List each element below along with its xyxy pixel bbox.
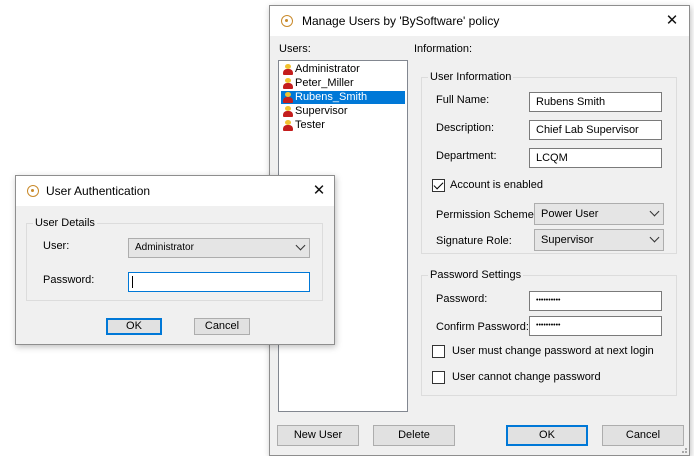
user-icon bbox=[283, 64, 293, 75]
resize-grip-icon[interactable] bbox=[677, 443, 687, 453]
user-name: Tester bbox=[295, 119, 325, 131]
auth-user-value: Administrator bbox=[135, 242, 194, 253]
user-details-group-title: User Details bbox=[33, 217, 97, 229]
user-icon bbox=[283, 92, 293, 103]
full-name-field[interactable]: Rubens Smith bbox=[529, 92, 662, 112]
chevron-down-icon bbox=[295, 240, 306, 251]
auth-user-label: User: bbox=[43, 240, 70, 252]
password-label: Password: bbox=[436, 293, 488, 305]
user-icon bbox=[283, 120, 293, 131]
department-label: Department: bbox=[436, 150, 497, 162]
auth-password-field[interactable] bbox=[128, 272, 310, 292]
delete-button[interactable]: Delete bbox=[373, 425, 455, 446]
new-user-button[interactable]: New User bbox=[277, 425, 359, 446]
confirm-password-field[interactable]: •••••••••• bbox=[529, 316, 662, 336]
cannot-change-password-checkbox[interactable] bbox=[432, 371, 445, 384]
user-authentication-title: User Authentication bbox=[46, 184, 151, 198]
list-item-user[interactable]: Peter_Miller bbox=[281, 77, 354, 90]
cannot-change-password-label: User cannot change password bbox=[452, 371, 601, 383]
confirm-password-label: Confirm Password: bbox=[436, 321, 529, 333]
user-name: Peter_Miller bbox=[295, 77, 354, 89]
list-item-user[interactable]: Supervisor bbox=[281, 105, 348, 118]
list-item-user-selected[interactable]: Rubens_Smith bbox=[281, 91, 405, 104]
auth-cancel-button[interactable]: Cancel bbox=[194, 318, 250, 335]
user-authentication-dialog: User Authentication ✕ User Details User:… bbox=[15, 175, 335, 345]
chevron-down-icon bbox=[649, 232, 660, 243]
permission-scheme-value: Power User bbox=[541, 208, 599, 220]
signature-role-label: Signature Role: bbox=[436, 235, 512, 247]
list-item-user[interactable]: Tester bbox=[281, 119, 325, 132]
must-change-password-label: User must change password at next login bbox=[452, 345, 654, 357]
chevron-down-icon bbox=[649, 206, 660, 217]
auth-password-label: Password: bbox=[43, 274, 95, 286]
manage-users-close-icon[interactable]: ✕ bbox=[662, 11, 682, 31]
manage-users-title: Manage Users by 'BySoftware' policy bbox=[302, 14, 500, 28]
signature-role-value: Supervisor bbox=[541, 234, 594, 246]
password-field[interactable]: •••••••••• bbox=[529, 291, 662, 311]
cancel-button[interactable]: Cancel bbox=[602, 425, 684, 446]
information-label: Information: bbox=[414, 43, 473, 55]
signature-role-select[interactable]: Supervisor bbox=[534, 229, 664, 251]
user-authentication-close-icon[interactable]: ✕ bbox=[309, 181, 329, 201]
account-enabled-label: Account is enabled bbox=[450, 179, 543, 191]
list-item-user[interactable]: Administrator bbox=[281, 63, 360, 76]
user-icon bbox=[283, 78, 293, 89]
description-label: Description: bbox=[436, 122, 495, 134]
user-name: Administrator bbox=[295, 63, 360, 75]
auth-user-select[interactable]: Administrator bbox=[128, 238, 310, 258]
app-policy-icon bbox=[281, 15, 293, 27]
permission-scheme-select[interactable]: Power User bbox=[534, 203, 664, 225]
password-settings-group-title: Password Settings bbox=[428, 269, 524, 281]
permission-scheme-label: Permission Scheme: bbox=[436, 209, 537, 221]
full-name-label: Full Name: bbox=[436, 94, 490, 106]
app-policy-icon bbox=[27, 185, 39, 197]
user-name: Rubens_Smith bbox=[295, 91, 368, 103]
account-enabled-checkbox[interactable] bbox=[432, 179, 445, 192]
text-caret bbox=[132, 276, 133, 288]
auth-ok-button[interactable]: OK bbox=[106, 318, 162, 335]
users-label: Users: bbox=[279, 43, 311, 55]
ok-button[interactable]: OK bbox=[506, 425, 588, 446]
user-name: Supervisor bbox=[295, 105, 348, 117]
manage-users-titlebar: Manage Users by 'BySoftware' policy ✕ bbox=[270, 6, 689, 36]
user-authentication-titlebar: User Authentication ✕ bbox=[16, 176, 334, 206]
user-information-group-title: User Information bbox=[428, 71, 514, 83]
user-icon bbox=[283, 106, 293, 117]
must-change-password-checkbox[interactable] bbox=[432, 345, 445, 358]
department-field[interactable]: LCQM bbox=[529, 148, 662, 168]
description-field[interactable]: Chief Lab Supervisor bbox=[529, 120, 662, 140]
